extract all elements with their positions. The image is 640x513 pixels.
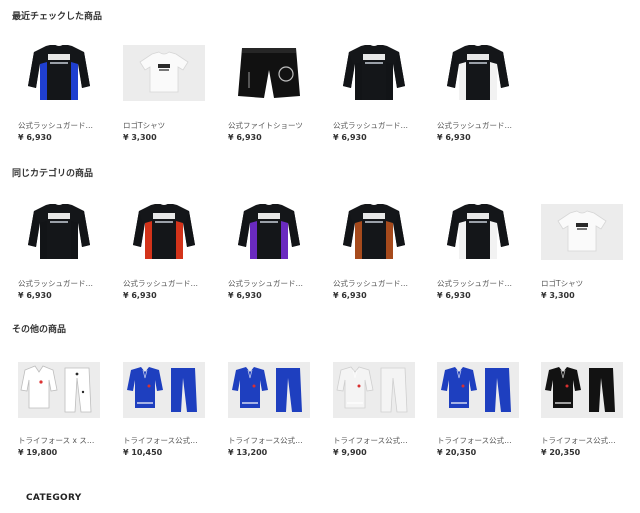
product-price: ¥ 20,350 bbox=[437, 448, 477, 457]
product-name[interactable]: トライフォース公式… bbox=[123, 435, 213, 446]
product-card[interactable]: 公式ラッシュガード… ¥ 6,930 bbox=[18, 45, 108, 145]
section-title: 最近チェックした商品 bbox=[12, 12, 103, 22]
product-image[interactable] bbox=[228, 362, 310, 418]
product-card[interactable]: トライフォース公式… ¥ 9,900 bbox=[333, 362, 423, 462]
product-price: ¥ 6,930 bbox=[437, 133, 471, 142]
product-image[interactable] bbox=[228, 204, 310, 260]
product-card[interactable]: 公式ラッシュガード… ¥ 6,930 bbox=[123, 204, 213, 304]
section-title: 同じカテゴリの商品 bbox=[12, 169, 94, 179]
product-image[interactable] bbox=[437, 204, 519, 260]
product-card[interactable]: 公式ラッシュガード… ¥ 6,930 bbox=[228, 204, 318, 304]
product-name[interactable]: 公式ラッシュガード… bbox=[437, 278, 527, 289]
product-card[interactable]: ロゴTシャツ ¥ 3,300 bbox=[123, 45, 213, 145]
product-image[interactable] bbox=[333, 204, 415, 260]
product-image[interactable] bbox=[18, 204, 100, 260]
product-card[interactable]: 公式ラッシュガード… ¥ 6,930 bbox=[333, 204, 423, 304]
product-card[interactable]: 公式ファイトショーツ ¥ 6,930 bbox=[228, 45, 318, 145]
category-heading: CATEGORY bbox=[26, 493, 82, 503]
section-title: その他の商品 bbox=[12, 325, 67, 335]
product-name[interactable]: トライフォース公式… bbox=[437, 435, 527, 446]
product-name[interactable]: 公式ラッシュガード… bbox=[228, 278, 318, 289]
product-image[interactable] bbox=[123, 204, 205, 260]
product-image[interactable] bbox=[437, 362, 519, 418]
product-name[interactable]: ロゴTシャツ bbox=[541, 278, 631, 289]
product-price: ¥ 6,930 bbox=[18, 291, 52, 300]
product-price: ¥ 6,930 bbox=[228, 291, 262, 300]
product-image[interactable] bbox=[333, 362, 415, 418]
product-price: ¥ 9,900 bbox=[333, 448, 367, 457]
product-price: ¥ 6,930 bbox=[437, 291, 471, 300]
product-image[interactable] bbox=[18, 362, 100, 418]
product-image[interactable] bbox=[437, 45, 519, 101]
product-image[interactable] bbox=[541, 362, 623, 418]
product-price: ¥ 3,300 bbox=[123, 133, 157, 142]
product-card[interactable]: トライフォース公式… ¥ 10,450 bbox=[123, 362, 213, 462]
product-name[interactable]: 公式ラッシュガード… bbox=[18, 120, 108, 131]
product-image[interactable] bbox=[333, 45, 415, 101]
product-price: ¥ 6,930 bbox=[333, 133, 367, 142]
product-price: ¥ 6,930 bbox=[123, 291, 157, 300]
product-image[interactable] bbox=[18, 45, 100, 101]
product-card[interactable]: 公式ラッシュガード… ¥ 6,930 bbox=[333, 45, 423, 145]
product-name[interactable]: トライフォース公式… bbox=[541, 435, 631, 446]
product-name[interactable]: 公式ラッシュガード… bbox=[333, 278, 423, 289]
product-card[interactable]: 公式ラッシュガード… ¥ 6,930 bbox=[18, 204, 108, 304]
product-price: ¥ 19,800 bbox=[18, 448, 58, 457]
product-image[interactable] bbox=[123, 362, 205, 418]
product-image[interactable] bbox=[541, 204, 623, 260]
product-price: ¥ 6,930 bbox=[333, 291, 367, 300]
product-name[interactable]: 公式ラッシュガード… bbox=[18, 278, 108, 289]
product-price: ¥ 13,200 bbox=[228, 448, 268, 457]
product-card[interactable]: トライフォース x ス… ¥ 19,800 bbox=[18, 362, 108, 462]
product-name[interactable]: トライフォース x ス… bbox=[18, 435, 108, 446]
product-card[interactable]: ロゴTシャツ ¥ 3,300 bbox=[541, 204, 631, 304]
product-price: ¥ 6,930 bbox=[228, 133, 262, 142]
product-name[interactable]: ロゴTシャツ bbox=[123, 120, 213, 131]
product-price: ¥ 6,930 bbox=[18, 133, 52, 142]
product-price: ¥ 20,350 bbox=[541, 448, 581, 457]
product-name[interactable]: 公式ラッシュガード… bbox=[123, 278, 213, 289]
product-image[interactable] bbox=[123, 45, 205, 101]
product-card[interactable]: 公式ラッシュガード… ¥ 6,930 bbox=[437, 204, 527, 304]
product-image[interactable] bbox=[228, 45, 310, 101]
product-name[interactable]: 公式ラッシュガード… bbox=[437, 120, 527, 131]
product-card[interactable]: 公式ラッシュガード… ¥ 6,930 bbox=[437, 45, 527, 145]
product-name[interactable]: トライフォース公式… bbox=[333, 435, 423, 446]
product-card[interactable]: トライフォース公式… ¥ 20,350 bbox=[541, 362, 631, 462]
product-card[interactable]: トライフォース公式… ¥ 13,200 bbox=[228, 362, 318, 462]
product-price: ¥ 3,300 bbox=[541, 291, 575, 300]
product-card[interactable]: トライフォース公式… ¥ 20,350 bbox=[437, 362, 527, 462]
product-price: ¥ 10,450 bbox=[123, 448, 163, 457]
product-name[interactable]: 公式ラッシュガード… bbox=[333, 120, 423, 131]
product-name[interactable]: トライフォース公式… bbox=[228, 435, 318, 446]
product-name[interactable]: 公式ファイトショーツ bbox=[228, 120, 318, 131]
